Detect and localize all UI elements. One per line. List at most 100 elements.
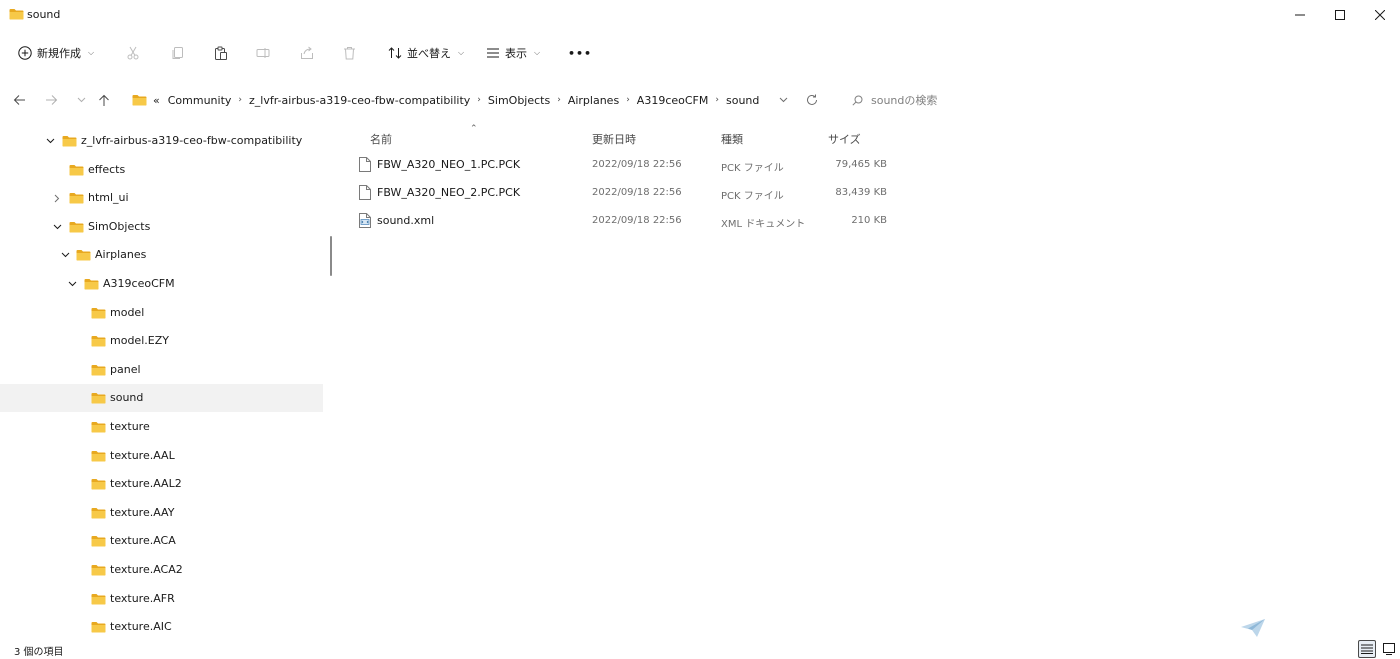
folder-icon <box>91 507 106 519</box>
minimize-button[interactable] <box>1280 0 1320 30</box>
copy-button[interactable] <box>171 42 185 64</box>
chevron-down-icon[interactable] <box>44 135 56 147</box>
refresh-button[interactable] <box>802 92 822 108</box>
details-view-button[interactable] <box>1358 640 1376 658</box>
feedback-paper-plane-icon[interactable] <box>1240 618 1266 638</box>
breadcrumb-community[interactable]: Community <box>164 94 236 107</box>
new-button[interactable]: 新規作成 ⌵ <box>18 42 94 64</box>
file-name: FBW_A320_NEO_1.PC.PCK <box>377 158 521 171</box>
nav-tree-item[interactable]: SimObjects <box>0 213 323 241</box>
nav-tree-item[interactable]: model.EZY <box>0 327 323 355</box>
folder-icon <box>91 593 106 605</box>
column-header-type[interactable]: 種類 <box>721 131 743 147</box>
column-header-date[interactable]: 更新日時 <box>592 131 636 147</box>
file-row[interactable]: FBW_A320_NEO_1.PC.PCK 2022/09/18 22:56 PCK… <box>340 151 900 179</box>
nav-tree-item-label: texture.AAL2 <box>110 477 182 491</box>
nav-tree-item[interactable]: model <box>0 299 323 327</box>
nav-tree-item[interactable]: effects <box>0 156 323 184</box>
paste-button[interactable] <box>214 42 228 64</box>
nav-tree-item[interactable]: texture <box>0 413 323 441</box>
breadcrumb[interactable]: « Community › z_lvfr-airbus-a319-ceo-fbw… <box>128 86 798 114</box>
nav-tree-item[interactable]: texture.AAY <box>0 499 323 527</box>
up-button[interactable] <box>94 92 114 108</box>
arrow-left-icon <box>13 95 25 105</box>
nav-tree-item[interactable]: A319ceoCFM <box>0 270 323 298</box>
nav-tree-item[interactable]: z_lvfr-airbus-a319-ceo-fbw-compatibility <box>0 127 323 155</box>
nav-tree-item[interactable]: texture.AAL2 <box>0 470 323 498</box>
cut-button[interactable] <box>126 42 140 64</box>
chevron-down-icon[interactable] <box>59 249 71 261</box>
share-icon <box>301 46 313 59</box>
nav-tree-item[interactable]: texture.AIC <box>0 613 323 640</box>
rename-button[interactable] <box>256 42 270 64</box>
recent-locations-button[interactable] <box>71 92 91 108</box>
folder-icon <box>91 307 106 319</box>
chevron-right-icon[interactable]: › <box>623 95 633 105</box>
file-size: 210 KB <box>851 215 887 226</box>
file-name: FBW_A320_NEO_2.PC.PCK <box>377 186 521 199</box>
nav-scrollbar[interactable] <box>330 236 332 276</box>
address-row: « Community › z_lvfr-airbus-a319-ceo-fbw… <box>0 86 1400 114</box>
file-name: sound.xml <box>377 214 435 227</box>
chevron-right-icon[interactable] <box>51 192 63 204</box>
nav-tree-item[interactable]: texture.ACA <box>0 527 323 555</box>
sort-ascending-icon: ⌃ <box>470 124 478 134</box>
breadcrumb-simobjects[interactable]: SimObjects <box>484 94 554 107</box>
back-button[interactable] <box>9 92 29 108</box>
breadcrumb-package[interactable]: z_lvfr-airbus-a319-ceo-fbw-compatibility <box>245 94 474 107</box>
nav-tree-item-label: z_lvfr-airbus-a319-ceo-fbw-compatibility <box>81 134 303 147</box>
chevron-right-icon[interactable]: › <box>474 95 484 105</box>
rename-icon <box>256 48 270 58</box>
nav-tree-item[interactable]: texture.AFR <box>0 585 323 613</box>
folder-icon <box>84 279 99 290</box>
column-header-size[interactable]: サイズ <box>828 131 861 147</box>
nav-tree-item[interactable]: Airplanes <box>0 241 323 269</box>
folder-icon <box>91 622 106 633</box>
file-type: PCK ファイル <box>721 191 784 202</box>
navigation-pane[interactable]: z_lvfr-airbus-a319-ceo-fbw-compatibility… <box>0 124 326 640</box>
share-button[interactable] <box>300 42 314 64</box>
folder-icon <box>62 136 77 147</box>
more-options-button[interactable]: ••• <box>568 42 592 64</box>
breadcrumb-overflow[interactable]: « <box>149 94 164 107</box>
delete-button[interactable] <box>343 42 356 64</box>
sort-button[interactable]: 並べ替え ⌵ <box>388 42 464 64</box>
folder-icon <box>69 164 84 176</box>
view-button[interactable]: 表示 ⌵ <box>486 42 540 64</box>
search-box[interactable]: soundの検索 <box>846 86 1146 114</box>
file-row[interactable]: FBW_A320_NEO_2.PC.PCK 2022/09/18 22:56 PCK… <box>340 179 900 207</box>
new-button-label: 新規作成 <box>37 47 81 60</box>
chevron-down-icon[interactable] <box>66 278 78 290</box>
search-placeholder: soundの検索 <box>871 94 938 107</box>
xml-file-icon <box>359 213 371 228</box>
chevron-down-icon[interactable] <box>51 221 63 233</box>
forward-button[interactable] <box>41 92 61 108</box>
nav-tree-item[interactable]: texture.ACA2 <box>0 556 323 584</box>
nav-tree-item[interactable]: texture.AAL <box>0 442 323 470</box>
folder-icon <box>91 479 106 490</box>
title-bar[interactable]: sound <box>0 0 1400 30</box>
large-icons-view-button[interactable] <box>1380 640 1398 658</box>
chevron-right-icon[interactable]: › <box>235 95 245 105</box>
chevron-right-icon[interactable]: › <box>554 95 564 105</box>
breadcrumb-airplanes[interactable]: Airplanes <box>564 94 623 107</box>
file-date: 2022/09/18 22:56 <box>592 159 682 170</box>
file-row[interactable]: sound.xml 2022/09/18 22:56 XML ドキュメント 210 K… <box>340 207 900 235</box>
file-size: 83,439 KB <box>835 187 887 198</box>
file-date: 2022/09/18 22:56 <box>592 187 682 198</box>
command-bar: 新規作成 ⌵ 並べ替え ⌵ 表示 ⌵ ••• <box>0 32 1400 74</box>
nav-tree-item[interactable]: sound <box>0 384 323 413</box>
breadcrumb-a319ceocfm[interactable]: A319ceoCFM <box>633 94 713 107</box>
file-icon <box>359 157 371 172</box>
search-icon <box>852 95 863 106</box>
address-history-button[interactable] <box>773 92 793 108</box>
close-button[interactable] <box>1360 0 1400 30</box>
nav-tree-item[interactable]: panel <box>0 356 323 384</box>
column-header-name[interactable]: 名前 <box>370 131 392 147</box>
maximize-button[interactable] <box>1320 0 1360 30</box>
file-list[interactable]: ⌃ 名前 更新日時 種類 サイズ FBW_A320_NEO_1.PC.PCK 20… <box>340 124 1400 640</box>
chevron-right-icon[interactable]: › <box>712 95 722 105</box>
nav-tree-item[interactable]: html_ui <box>0 184 323 212</box>
breadcrumb-sound[interactable]: sound <box>722 94 763 107</box>
window-title: sound <box>27 8 61 21</box>
